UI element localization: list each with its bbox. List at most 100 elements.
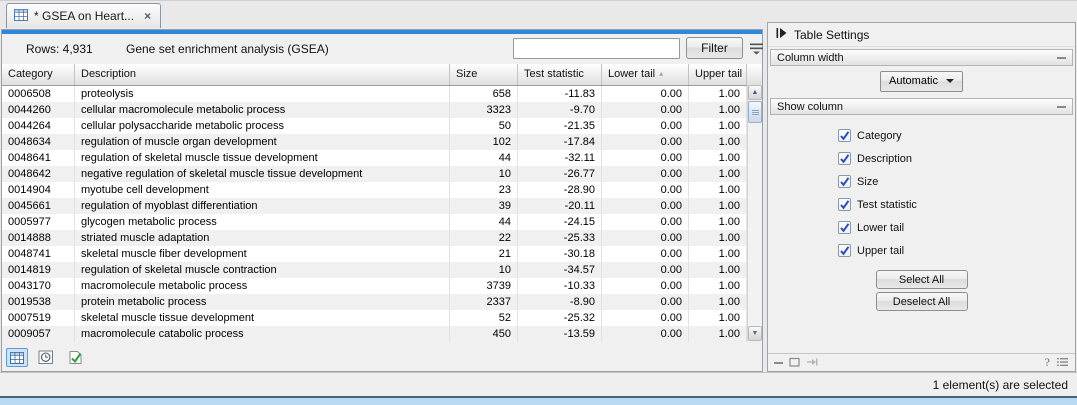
collapse-group-icon[interactable] [1057,57,1066,59]
table-cell-upper-tail: 1.00 [689,166,747,182]
table-view-icon[interactable] [6,348,28,367]
table-row[interactable]: 0014819regulation of skeletal muscle con… [2,262,762,278]
status-bar: 1 element(s) are selected [0,372,1077,396]
table-row[interactable]: 0048741skeletal muscle fiber development… [2,246,762,262]
table-row[interactable]: 0014904myotube cell development23-28.900… [2,182,762,198]
dock-panel-icon[interactable] [806,354,818,372]
column-header-lower-tail[interactable]: Lower tail▴ [602,64,689,85]
table-cell-upper-tail: 1.00 [689,198,747,214]
view-switcher [6,348,86,367]
table-row[interactable]: 0043170macromolecule metabolic process37… [2,278,762,294]
checkbox-checked-icon[interactable] [838,198,851,211]
show-column-list: Category Description SizeTest statisticLow… [770,115,1073,264]
table-row[interactable]: 0019538protein metabolic process2337-8.9… [2,294,762,310]
table-cell-category: 0005977 [2,214,75,230]
checkbox-label: Upper tail [857,245,904,257]
sort-ascending-icon: ▴ [659,64,663,84]
table-cell-test-statistic: -10.33 [518,278,602,294]
collapse-group-icon[interactable] [1057,106,1066,108]
panel-collapse-icon[interactable] [775,27,787,42]
table-row[interactable]: 0005977glycogen metabolic process44-24.1… [2,214,762,230]
table-cell-upper-tail: 1.00 [689,118,747,134]
float-panel-icon[interactable] [789,354,800,372]
table-cell-lower-tail: 0.00 [602,262,689,278]
scroll-up-button[interactable]: ▲ [748,85,762,100]
column-header-description[interactable]: Description [75,64,450,85]
show-column-option-description[interactable]: Description [838,147,1073,170]
results-table: CategoryDescriptionSizeTest statisticLow… [2,64,762,341]
panel-menu-icon[interactable] [1056,354,1069,372]
table-cell-category: 0048641 [2,150,75,166]
column-width-group-header[interactable]: Column width [770,49,1073,66]
table-cell-test-statistic: -25.32 [518,310,602,326]
table-title: Gene set enrichment analysis (GSEA) [126,42,329,56]
checkbox-checked-icon[interactable] [838,152,851,165]
table-cell-upper-tail: 1.00 [689,262,747,278]
table-cell-description: proteolysis [75,86,450,102]
table-cell-test-statistic: -13.59 [518,326,602,342]
table-row[interactable]: 0014888striated muscle adaptation22-25.3… [2,230,762,246]
table-cell-description: myotube cell development [75,182,450,198]
table-cell-description: macromolecule catabolic process [75,326,450,342]
table-row[interactable]: 0045661regulation of myoblast differenti… [2,198,762,214]
checkbox-checked-icon[interactable] [838,221,851,234]
table-cell-size: 52 [450,310,518,326]
advanced-filter-icon[interactable] [749,42,764,55]
column-width-dropdown[interactable]: Automatic [880,71,963,92]
column-header-size[interactable]: Size [450,64,518,85]
column-header-label: Upper tail [695,68,742,80]
table-row[interactable]: 0044260cellular macromolecule metabolic … [2,102,762,118]
scroll-down-button[interactable]: ▼ [748,326,762,341]
show-column-option-upper-tail[interactable]: Upper tail [838,239,1073,262]
table-cell-size: 102 [450,134,518,150]
table-cell-lower-tail: 0.00 [602,150,689,166]
table-cell-test-statistic: -9.70 [518,102,602,118]
element-info-view-icon[interactable] [64,348,86,367]
vertical-scrollbar[interactable]: ▲ ▼ [747,85,762,341]
table-body: 0006508proteolysis658-11.830.001.0000442… [2,86,762,342]
table-cell-size: 50 [450,118,518,134]
table-row[interactable]: 0048641regulation of skeletal muscle tis… [2,150,762,166]
column-header-upper-tail[interactable]: Upper tail [689,64,747,85]
column-header-test-statistic[interactable]: Test statistic [518,64,602,85]
tab-close-icon[interactable]: × [144,9,151,23]
table-cell-test-statistic: -34.57 [518,262,602,278]
show-column-option-test-statistic[interactable]: Test statistic [838,193,1073,216]
show-column-option-size[interactable]: Size [838,170,1073,193]
deselect-all-button[interactable]: Deselect All [876,292,968,311]
column-header-category[interactable]: Category [2,64,75,85]
table-row[interactable]: 0048642negative regulation of skeletal m… [2,166,762,182]
filter-input[interactable] [513,38,680,59]
table-cell-size: 10 [450,262,518,278]
show-column-group-header[interactable]: Show column [770,98,1073,115]
checkbox-label: Description [857,153,912,165]
table-grid-icon [14,9,28,24]
minimize-panel-icon[interactable] [774,362,783,364]
table-row[interactable]: 0044264cellular polysaccharide metabolic… [2,118,762,134]
history-view-icon[interactable] [35,348,57,367]
show-column-option-category[interactable]: Category [838,124,1073,147]
table-settings-title: Table Settings [794,28,869,42]
select-all-button[interactable]: Select All [876,270,968,289]
table-row[interactable]: 0007519skeletal muscle tissue developmen… [2,310,762,326]
scrollbar-thumb[interactable] [748,101,762,123]
table-row[interactable]: 0048634regulation of muscle organ develo… [2,134,762,150]
table-cell-description: macromolecule metabolic process [75,278,450,294]
table-cell-lower-tail: 0.00 [602,278,689,294]
help-icon[interactable]: ? [1045,355,1050,370]
table-cell-test-statistic: -30.18 [518,246,602,262]
table-cell-lower-tail: 0.00 [602,230,689,246]
table-row[interactable]: 0006508proteolysis658-11.830.001.00 [2,86,762,102]
show-column-label: Show column [777,101,843,113]
table-row[interactable]: 0009057macromolecule catabolic process45… [2,326,762,342]
checkbox-checked-icon[interactable] [838,244,851,257]
table-cell-description: skeletal muscle fiber development [75,246,450,262]
table-cell-upper-tail: 1.00 [689,246,747,262]
checkbox-checked-icon[interactable] [838,175,851,188]
filter-button[interactable]: Filter [686,37,743,59]
table-cell-lower-tail: 0.00 [602,214,689,230]
show-column-option-lower-tail[interactable]: Lower tail [838,216,1073,239]
tab-gsea-on-heart[interactable]: * GSEA on Heart... × [6,3,161,28]
checkbox-checked-icon[interactable] [838,129,851,142]
table-settings-panel: Table Settings Column width Automatic Sh… [767,22,1076,372]
